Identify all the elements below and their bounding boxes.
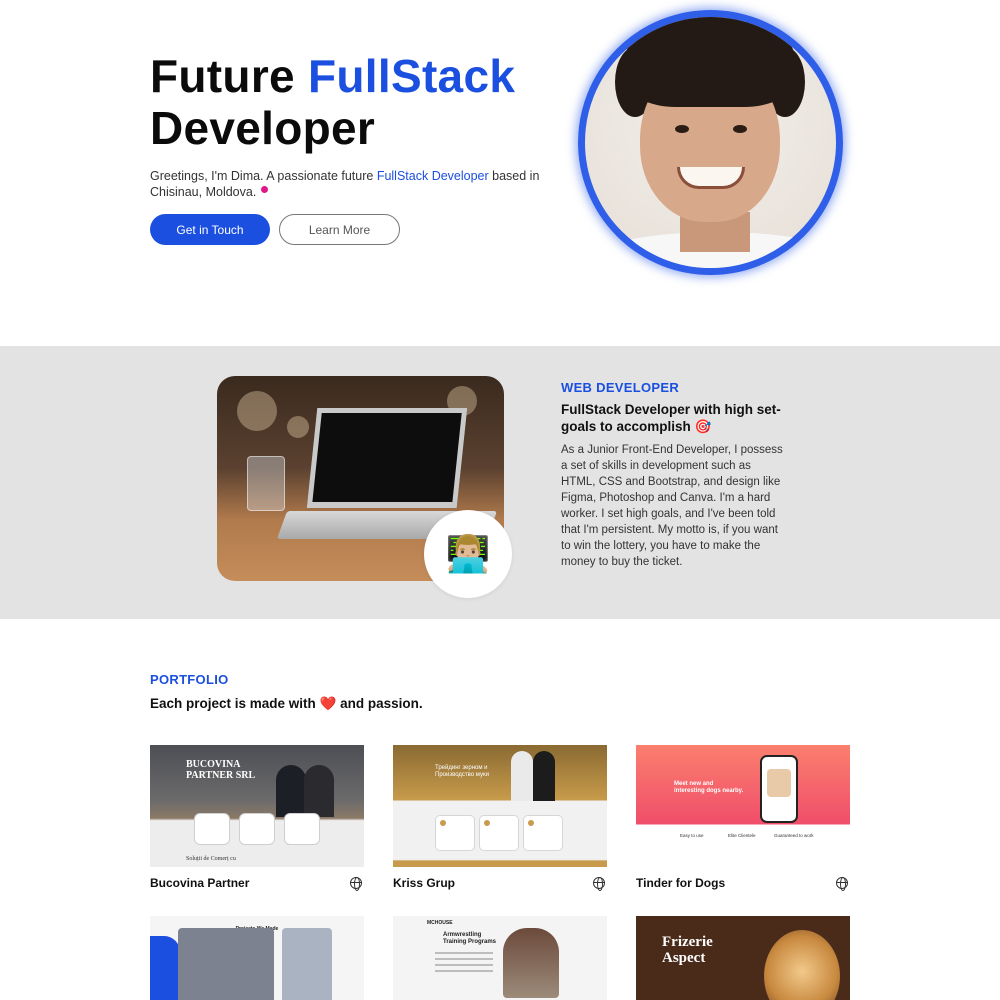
profile-avatar [578, 10, 843, 275]
hero-intro: Greetings, I'm Dima. A passionate future… [150, 169, 540, 200]
thumb-text: Meet new and interesting dogs nearby. [674, 781, 744, 794]
heart-icon: ❤️ [319, 696, 337, 711]
hero-intro-accent: FullStack Developer [376, 169, 489, 183]
project-title[interactable]: Tinder for Dogs [636, 876, 725, 890]
project-title[interactable]: Bucovina Partner [150, 876, 249, 890]
thumb-person [276, 765, 306, 817]
about-text: As a Junior Front-End Developer, I posse… [561, 444, 783, 568]
hero-title-line2: Developer [150, 102, 376, 154]
thumb-feature-icon [528, 820, 534, 826]
project-thumbnail[interactable]: MCHOUSE Armwrestling Training Programs [393, 916, 607, 1000]
about-heading: FullStack Developer with high set-goals … [561, 402, 781, 434]
thumb-people [268, 757, 338, 817]
project-thumbnail[interactable]: Meet new and interesting dogs nearby. Ea… [636, 745, 850, 867]
hero-section: Future FullStack Developer Greetings, I'… [0, 0, 1000, 346]
thumb-text: Трейдинг зерном и Производство муки [435, 765, 489, 778]
thumb-feature-box [479, 815, 519, 851]
portfolio-heading-text: and passion. [340, 696, 423, 711]
thumb-heading: Armwrestling Training Programs [443, 932, 497, 945]
hero-title-accent: FullStack [308, 50, 516, 102]
thumb-feature: Elite Clientele [728, 833, 756, 838]
portfolio-heading: Each project is made with ❤️ and passion… [150, 696, 423, 712]
thumb-feature: Easy to use [680, 833, 704, 838]
hero-intro-text: Greetings, I'm Dima. A passionate future [150, 169, 374, 183]
thumb-logo: MCHOUSE [427, 920, 453, 926]
thumb-person [511, 751, 533, 801]
hero-title: Future FullStack Developer [150, 50, 515, 154]
thumb-feature-box [194, 813, 230, 845]
pushpin-icon [261, 185, 269, 193]
thumb-heading: Frizerie Aspect [662, 934, 713, 966]
thumb-feature: Guaranteed to work [774, 833, 814, 838]
thumb-feature-box [435, 815, 475, 851]
about-section: 👨🏼‍💻 WEB DEVELOPER FullStack Developer w… [0, 346, 1000, 619]
project-thumbnail[interactable]: Projects We Made [150, 916, 364, 1000]
thumb-person [304, 765, 334, 817]
project-thumbnail[interactable]: Трейдинг зерном и Производство муки [393, 745, 607, 867]
thumb-person [533, 751, 555, 801]
thumb-text-line [435, 964, 493, 966]
thumb-screenshot [178, 928, 274, 1000]
thumb-screenshot [282, 928, 332, 1000]
thumb-text-line [435, 970, 493, 972]
globe-icon[interactable] [350, 877, 362, 891]
thumb-caption: Soluții de Comerț cu [186, 856, 236, 862]
hero-title-plain: Future [150, 50, 295, 102]
thumb-feature-box [284, 813, 320, 845]
thumb-feature-icon [440, 820, 446, 826]
thumb-image [503, 928, 559, 998]
thumb-text-line [435, 958, 493, 960]
thumb-feature-box [523, 815, 563, 851]
avatar-eye [733, 125, 747, 133]
developer-emoji-badge: 👨🏼‍💻 [424, 510, 512, 598]
portfolio-tag: PORTFOLIO [150, 672, 229, 687]
thumb-portrait [764, 930, 840, 1000]
thumb-feature-icon [484, 820, 490, 826]
learn-more-button[interactable]: Learn More [279, 214, 400, 245]
thumb-phone [760, 755, 798, 823]
avatar-eye [675, 125, 689, 133]
thumb-brand: BUCOVINA PARTNER SRL [186, 759, 256, 781]
get-in-touch-button[interactable]: Get in Touch [150, 214, 270, 245]
portfolio-heading-text: Each project is made with [150, 696, 316, 711]
laptop-screen [306, 408, 468, 508]
project-thumbnail[interactable]: BUCOVINA PARTNER SRL Soluții de Comerț c… [150, 745, 364, 867]
project-title[interactable]: Kriss Grup [393, 876, 455, 890]
thumb-text-line [435, 952, 493, 954]
globe-icon[interactable] [593, 877, 605, 891]
avatar-hair [625, 17, 795, 107]
thumb-accent-shape [150, 936, 180, 1000]
water-glass [247, 456, 285, 511]
thumb-feature-box [239, 813, 275, 845]
about-tag: WEB DEVELOPER [561, 380, 680, 395]
bokeh-light [237, 391, 277, 431]
project-thumbnail[interactable]: Frizerie Aspect [636, 916, 850, 1000]
bokeh-light [287, 416, 309, 438]
globe-icon[interactable] [836, 877, 848, 891]
